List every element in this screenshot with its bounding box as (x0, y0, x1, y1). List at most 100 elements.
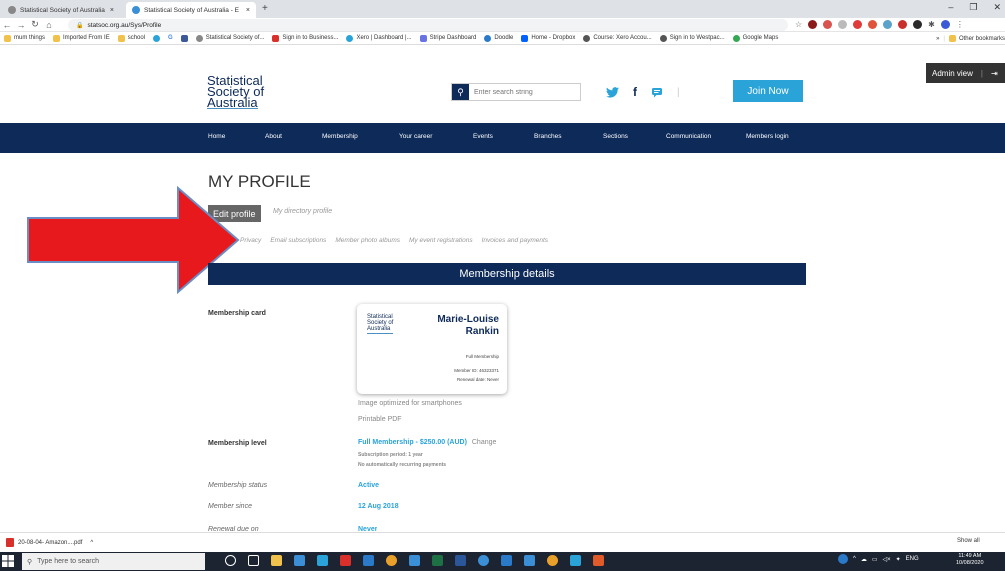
bookmark-item[interactable]: Doodle (484, 34, 513, 42)
bookmark-item[interactable]: Course: Xero Accou... (583, 34, 652, 42)
chrome-icon[interactable] (386, 555, 397, 566)
nav-sections[interactable]: Sections (603, 133, 628, 140)
nav-communication[interactable]: Communication (666, 133, 711, 140)
facebook-icon[interactable]: f (633, 85, 637, 99)
chevron-up-icon[interactable]: ^ (90, 540, 93, 546)
extension-icon[interactable] (868, 20, 878, 29)
bookmark-item[interactable]: school (117, 34, 145, 42)
language-indicator[interactable]: ENG (906, 556, 919, 562)
extension-icon[interactable] (823, 20, 833, 29)
search-input[interactable] (469, 88, 579, 96)
windows-start-icon[interactable] (2, 555, 16, 568)
subtab-invoices-payments[interactable]: Invoices and payments (482, 237, 548, 244)
bookmark-item[interactable]: mum things (4, 34, 45, 42)
twitter-icon[interactable] (606, 86, 619, 98)
nav-members-login[interactable]: Members login (746, 133, 789, 140)
profile-avatar-icon[interactable] (940, 20, 950, 29)
restore-icon[interactable]: ❐ (969, 2, 977, 13)
extension-icon[interactable] (898, 20, 908, 29)
nav-branches[interactable]: Branches (534, 133, 561, 140)
menu-dots-icon[interactable]: ⋮ (956, 20, 964, 29)
app-icon[interactable] (547, 555, 558, 566)
star-icon[interactable]: ☆ (795, 20, 802, 29)
bookmark-item[interactable]: Stripe Dashboard (419, 34, 476, 42)
app-icon[interactable] (294, 555, 305, 566)
extension-icon[interactable] (808, 20, 818, 29)
bookmark-item[interactable] (180, 34, 188, 42)
onedrive-icon[interactable]: ☁ (861, 556, 867, 563)
nav-about[interactable]: About (265, 133, 282, 140)
nav-your-career[interactable]: Your career (399, 133, 432, 140)
join-now-button[interactable]: Join Now (733, 80, 803, 102)
extension-icon[interactable] (838, 20, 848, 29)
subtab-member-photo-albums[interactable]: Member photo albums (335, 237, 400, 244)
word-icon[interactable] (455, 555, 466, 566)
taskbar-clock[interactable]: 11:49 AM 10/08/2020 (956, 553, 984, 567)
taskbar-search[interactable]: ⚲ Type here to search (22, 553, 205, 570)
bookmark-item[interactable]: Statistical Society of... (195, 34, 264, 42)
extension-icon[interactable] (913, 20, 923, 29)
puzzle-icon[interactable]: ✱ (928, 20, 935, 29)
bookmark-item[interactable]: Xero | Dashboard |... (346, 34, 412, 42)
bookmark-item[interactable]: Sign in to Westpac... (659, 34, 725, 42)
excel-icon[interactable] (432, 555, 443, 566)
file-explorer-icon[interactable] (271, 555, 282, 566)
chevron-up-icon[interactable]: ^ (853, 556, 856, 562)
back-icon[interactable]: ← (0, 20, 14, 30)
bookmark-item[interactable]: Google Maps (732, 34, 778, 42)
cortana-icon[interactable] (225, 555, 236, 566)
recurring-payments-note: No automatically recurring payments (358, 462, 447, 468)
app-icon[interactable] (570, 555, 581, 566)
app-icon[interactable] (524, 555, 535, 566)
bookmark-item[interactable]: Imported From IE (53, 34, 110, 42)
help-icon[interactable] (838, 554, 848, 564)
bookmark-item[interactable] (153, 34, 161, 42)
subtab-event-registrations[interactable]: My event registrations (409, 237, 473, 244)
pinterest-icon[interactable] (853, 20, 863, 29)
bookmark-item[interactable]: G (168, 35, 173, 41)
site-logo[interactable]: Statistical Society of Australia (207, 74, 277, 119)
mail-icon[interactable] (363, 555, 374, 566)
acrobat-icon[interactable] (340, 555, 351, 566)
edge-icon[interactable] (478, 555, 489, 566)
home-icon[interactable]: ⌂ (42, 20, 56, 30)
tab-my-directory-profile[interactable]: My directory profile (273, 208, 332, 215)
new-tab-button[interactable]: + (262, 3, 268, 14)
extension-icon[interactable] (883, 20, 893, 29)
bookmark-item[interactable]: Sign in to Business... (272, 34, 338, 42)
task-view-icon[interactable] (248, 555, 259, 566)
chat-icon[interactable] (651, 87, 663, 98)
nav-home[interactable]: Home (208, 133, 225, 140)
app-icon[interactable] (317, 555, 328, 566)
browser-tab-active[interactable]: Statistical Society of Australia - E × (126, 2, 256, 18)
close-window-icon[interactable]: ✕ (993, 2, 1001, 13)
nav-events[interactable]: Events (473, 133, 493, 140)
more-bookmarks-button[interactable]: » (936, 36, 939, 42)
bookmark-item[interactable]: Home - Dropbox (521, 34, 575, 42)
logout-icon[interactable]: ⇥ (991, 69, 998, 78)
forward-icon[interactable]: → (14, 20, 28, 30)
close-icon[interactable]: × (246, 7, 250, 14)
printable-pdf-link[interactable]: Printable PDF (358, 416, 402, 423)
dropbox-icon[interactable]: ✦ (896, 556, 901, 563)
admin-view-button[interactable]: Admin view | ⇥ (926, 63, 1005, 83)
app-icon[interactable] (593, 555, 604, 566)
app-icon[interactable] (409, 555, 420, 566)
close-icon[interactable]: × (110, 7, 114, 14)
volume-icon[interactable]: ◁× (883, 556, 891, 563)
nav-membership[interactable]: Membership (322, 133, 358, 140)
network-icon[interactable]: ▭ (872, 556, 878, 563)
browser-tab[interactable]: Statistical Society of Australia - E × (2, 2, 120, 18)
url-field[interactable]: 🔒 statsoc.org.au/Sys/Profile (68, 19, 788, 31)
download-item[interactable]: 20-08-04- Amazon....pdf ^ (6, 538, 93, 547)
change-level-link[interactable]: Change (472, 439, 497, 446)
show-all-button[interactable]: Show all (957, 538, 980, 544)
other-bookmarks[interactable]: Other bookmarks (948, 35, 1005, 42)
subtab-email-subscriptions[interactable]: Email subscriptions (270, 237, 326, 244)
image-optimized-link[interactable]: Image optimized for smartphones (358, 400, 462, 407)
search-icon[interactable]: ⚲ (452, 84, 469, 100)
app-icon[interactable] (501, 555, 512, 566)
reload-icon[interactable]: ↻ (28, 19, 42, 30)
minimize-icon[interactable]: – (948, 2, 953, 13)
subtab-privacy[interactable]: Privacy (240, 237, 261, 244)
